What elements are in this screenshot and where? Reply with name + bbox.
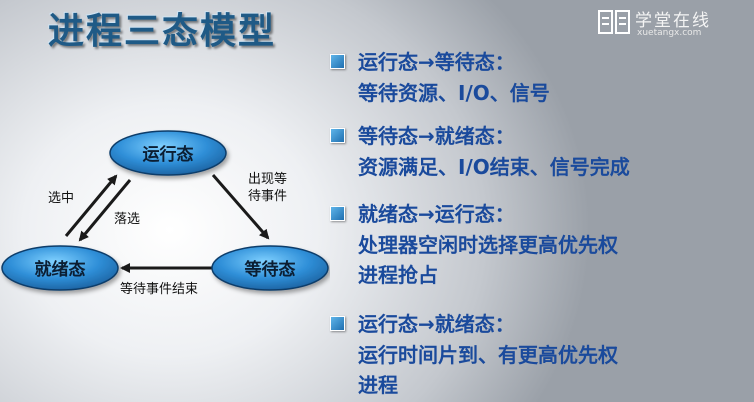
book-logo-icon <box>598 10 630 34</box>
state-waiting-label: 等待态 <box>245 259 296 280</box>
bullet-text: 等待资源、I/O、信号 <box>358 81 550 105</box>
state-ready-label: 就绪态 <box>35 259 86 280</box>
label-preempt: 落选 <box>114 212 140 227</box>
bullet-text: 进程 <box>358 373 398 397</box>
label-event-wait-line1: 出现等 <box>248 171 287 187</box>
label-event-done: 等待事件结束 <box>120 281 198 297</box>
state-diagram: 运行态 就绪态 等待态 出现等 待事件 选中 落选 等待事件结束 <box>1 130 329 297</box>
bullet-text: 资源满足、I/O结束、信号完成 <box>358 155 630 179</box>
label-select: 选中 <box>48 191 74 206</box>
bullet-heading: 运行态→等待态： <box>358 50 515 74</box>
state-running-label: 运行态 <box>143 144 194 165</box>
bullet-text: 处理器空闲时选择更高优先权 <box>358 233 618 257</box>
brand-watermark: 学堂在线 xuetangx.com <box>597 4 747 44</box>
label-event-wait-line2: 待事件 <box>248 189 287 204</box>
bullet-heading: 等待态→就绪态： <box>358 124 515 148</box>
bullet-text: 进程抢占 <box>358 263 438 287</box>
square-bullet-icon <box>330 316 345 331</box>
square-bullet-icon <box>330 206 345 221</box>
bullet-text: 运行时间片到、有更高优先权 <box>358 343 618 367</box>
square-bullet-icon <box>330 128 345 143</box>
brand-url: xuetangx.com <box>637 28 702 38</box>
bullet-heading: 就绪态→运行态： <box>358 202 515 226</box>
square-bullet-icon <box>330 54 345 69</box>
bullet-heading: 运行态→就绪态： <box>358 312 515 336</box>
